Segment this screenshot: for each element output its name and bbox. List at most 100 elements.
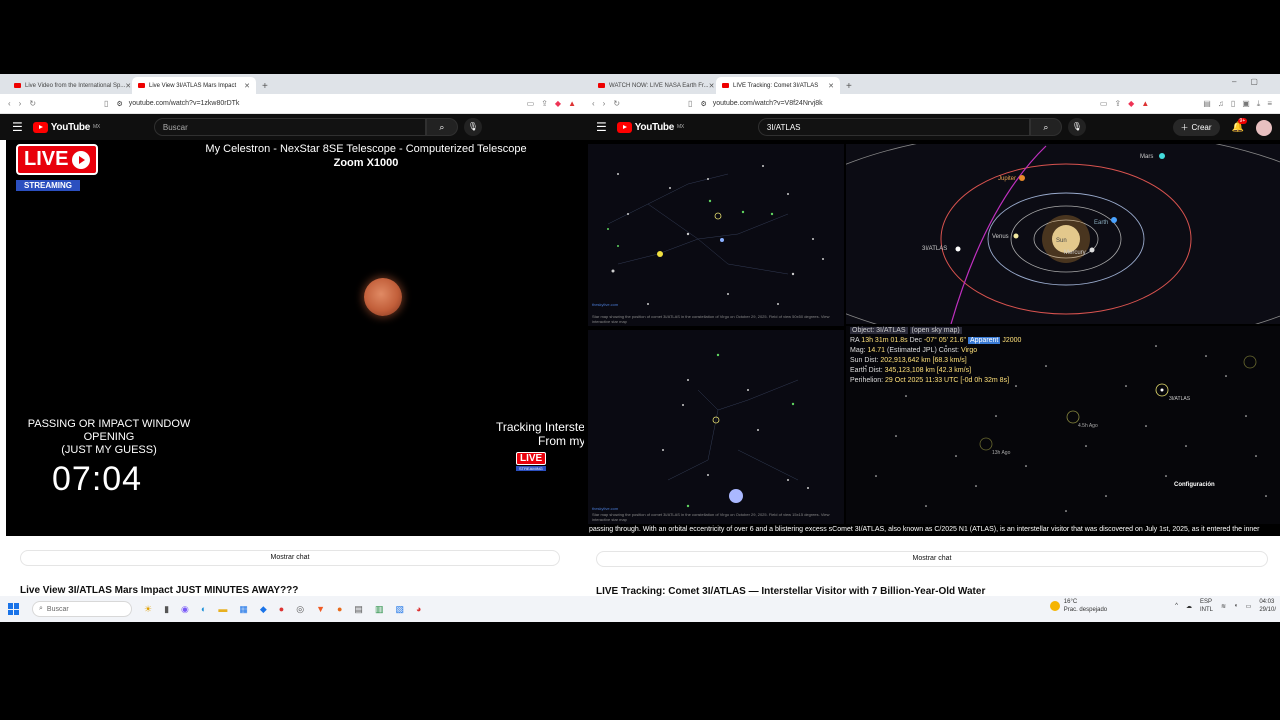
spreadsheet-icon[interactable]: ▥ (375, 604, 384, 615)
store-icon[interactable]: ▦ (239, 604, 248, 615)
brave-shield-icon[interactable]: ◆ (555, 99, 561, 108)
passing-line-3: (JUST MY GUESS) (61, 444, 157, 456)
skymap-site-link[interactable]: theskylive.com (592, 506, 619, 511)
language-indicator[interactable]: ESP INTL (1200, 598, 1213, 614)
brave-icon[interactable]: ▼ (316, 604, 325, 615)
back-icon[interactable]: ‹ (8, 99, 11, 108)
taskbar-search[interactable]: ⌕ Buscar (32, 601, 132, 617)
tray-chevron-icon[interactable]: ^ (1175, 603, 1178, 609)
app-icon[interactable]: ◆ (260, 604, 267, 615)
left-tab-2[interactable]: Live View 3I/ATLAS Mars Impact ✕ (132, 77, 256, 94)
copilot-icon[interactable]: ◉ (181, 604, 189, 615)
image-viewer-icon[interactable]: ▧ (395, 604, 404, 615)
site-info-icon[interactable]: ⚙ (700, 100, 706, 108)
dec-prefix: Dec (909, 337, 923, 344)
youtube-favicon-icon (14, 83, 21, 88)
task-view-icon[interactable]: ▮ (164, 604, 169, 615)
rewards-icon[interactable]: ▲ (568, 99, 576, 108)
youtube-favicon-icon (722, 83, 729, 88)
battery-icon[interactable]: ▭ (1246, 603, 1252, 610)
cast-icon[interactable]: ▭ (527, 99, 535, 108)
chrome-icon[interactable]: ◕ (416, 604, 421, 615)
notifications-icon[interactable]: 🔔 9+ (1232, 118, 1248, 133)
calculator-icon[interactable]: ▤ (354, 604, 363, 615)
microphone-icon[interactable]: 🎙 (1067, 118, 1086, 136)
create-button[interactable]: ＋ Crear (1172, 119, 1220, 136)
forward-icon[interactable]: › (603, 99, 606, 108)
wifi-icon[interactable]: ≋ (1221, 603, 1226, 610)
share-icon[interactable]: ⇪ (541, 99, 548, 108)
sidebar-icon[interactable]: ▤ (1203, 99, 1211, 109)
skymap-site-link[interactable]: theskylive.com (592, 302, 619, 307)
file-explorer-icon[interactable]: ▬ (218, 604, 227, 615)
configuration-label[interactable]: Configuración (1174, 482, 1215, 488)
show-chat-button[interactable]: Mostrar chat (20, 550, 560, 566)
widgets-icon[interactable]: ☀ (144, 604, 152, 615)
extensions: ▭ ⇪ ◆ ▲ ▤ ♫ ▯ ▣ ⤓ ≡ (1100, 99, 1272, 109)
new-tab-button[interactable]: + (256, 81, 274, 94)
temperature: 16°C (1063, 599, 1078, 605)
zoom-label: Zoom X1000 (333, 157, 399, 169)
edge-icon[interactable]: ◐ (201, 604, 206, 615)
earth-distance-value: 345,123,108 km [42.3 km/s] (884, 367, 972, 374)
back-icon[interactable]: ‹ (592, 99, 595, 108)
live-play-icon (72, 150, 91, 169)
firefox-icon[interactable]: ● (337, 604, 342, 615)
reload-icon[interactable]: ↻ (29, 99, 36, 108)
search-input[interactable]: Buscar (153, 118, 426, 136)
open-sky-map-link[interactable]: (open sky map) (909, 327, 962, 334)
share-icon[interactable]: ⇪ (1114, 99, 1121, 109)
music-icon[interactable]: ♫ (1218, 99, 1224, 109)
windows-start-icon[interactable] (8, 603, 20, 615)
right-tab-1[interactable]: WATCH NOW: LIVE NASA Earth Fr... ✕ (592, 77, 716, 94)
right-search-bar: 3I/ATLAS ⌕ 🎙 (757, 118, 1086, 136)
site-info-icon[interactable]: ⚙ (116, 100, 122, 108)
wallet-icon[interactable]: ▣ (1242, 99, 1250, 109)
left-tab-1[interactable]: Live Video from the International Sp... ✕ (8, 77, 132, 94)
dell-icon[interactable]: ◎ (296, 604, 304, 615)
clock[interactable]: 04:03 29/10/ (1259, 598, 1276, 614)
recorder-icon[interactable]: ● (279, 604, 284, 615)
right-video-player[interactable]: theskylive.com Star map showing the posi… (584, 140, 1280, 536)
search-input[interactable]: 3I/ATLAS (757, 118, 1030, 136)
weather-widget[interactable]: 16°C Prac. despejado (1049, 598, 1107, 614)
bookmark-icon[interactable]: ▯ (104, 99, 108, 108)
youtube-logo[interactable]: YouTube MX (32, 121, 100, 133)
search-icon[interactable]: ⌕ (1029, 118, 1062, 136)
volume-icon[interactable]: ◖ (1234, 603, 1238, 609)
bookmark-icon[interactable]: ▯ (688, 99, 692, 108)
new-tab-button[interactable]: + (840, 81, 858, 94)
download-icon[interactable]: ⤓ (1257, 99, 1261, 109)
taskbar-apps: ☀ ▮ ◉ ◐ ▬ ▦ ◆ ● ◎ ▼ ● ▤ ▥ ▧ ◕ (144, 604, 421, 615)
forward-icon[interactable]: › (19, 99, 22, 108)
brave-shield-icon[interactable]: ◆ (1128, 99, 1134, 109)
search-icon[interactable]: ⌕ (425, 118, 458, 136)
cast-icon[interactable]: ▭ (1100, 99, 1108, 109)
avatar[interactable] (1256, 119, 1272, 136)
earth-dist-prefix: Earth Dist: (850, 367, 883, 374)
menu-icon[interactable]: ☰ (596, 120, 607, 134)
close-tab-icon[interactable]: ✕ (709, 82, 715, 90)
left-video-player[interactable]: LIVE STREAMING My Celestron - NexStar 8S… (6, 140, 584, 536)
window-controls[interactable]: –▢ (1232, 77, 1272, 86)
menu-dots-icon[interactable]: ≡ (1267, 99, 1272, 109)
url-field[interactable]: ⚙ youtube.com/watch?v=V8f24Nrvj8k (700, 100, 1091, 108)
right-address-bar: ‹ › ↻ ▯ ⚙ youtube.com/watch?v=V8f24Nrvj8k… (584, 94, 1280, 114)
close-tab-icon[interactable]: ✕ (125, 82, 131, 90)
rewards-icon[interactable]: ▲ (1141, 99, 1149, 109)
youtube-logo[interactable]: YouTube MX (616, 121, 684, 133)
reload-icon[interactable]: ↻ (613, 99, 620, 108)
close-tab-icon[interactable]: ✕ (828, 82, 834, 90)
apparent-tag[interactable]: Apparent (967, 337, 1001, 344)
search-icon: ⌕ (39, 605, 43, 612)
url-field[interactable]: ⚙ youtube.com/watch?v=1zkw80rDTk (116, 100, 518, 108)
close-tab-icon[interactable]: ✕ (244, 82, 250, 90)
show-chat-button[interactable]: Mostrar chat (596, 551, 1268, 567)
menu-icon[interactable]: ☰ (12, 120, 23, 134)
reading-icon[interactable]: ▯ (1231, 99, 1235, 109)
epoch-value: J2000 (1002, 337, 1022, 344)
notification-count: 9+ (1237, 118, 1248, 124)
right-tab-2[interactable]: LIVE Tracking: Comet 3I/ATLAS ✕ (716, 77, 840, 94)
language-icon[interactable]: ☁ (1186, 603, 1192, 610)
microphone-icon[interactable]: 🎙 (463, 118, 482, 136)
